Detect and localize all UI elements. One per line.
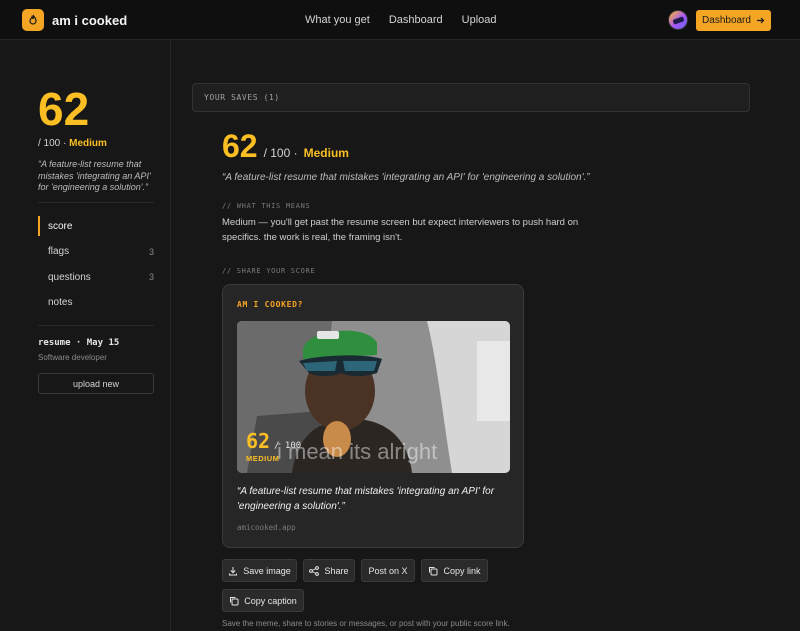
sidebar-item-score[interactable]: score — [38, 216, 154, 236]
sidebar-item-notes[interactable]: notes — [38, 293, 154, 313]
flame-icon — [22, 9, 44, 31]
share-score-label: // SHARE YOUR SCORE — [222, 267, 316, 275]
meme-score: 62 / 100 — [246, 429, 301, 453]
brand-name: am i cooked — [52, 12, 128, 28]
brand-link[interactable]: am i cooked — [22, 9, 127, 31]
save-image-label: Save image — [243, 565, 291, 576]
copy-icon — [230, 596, 239, 605]
copy-caption-button[interactable]: Copy caption — [222, 589, 304, 612]
copy-caption-label: Copy caption — [244, 595, 297, 606]
score-quote: “A feature-list resume that mistakes 'in… — [222, 172, 590, 183]
sidebar-item-label: notes — [48, 297, 73, 308]
score-heading: 62 / 100 · Medium — [222, 128, 349, 165]
score-value: 62 — [222, 128, 258, 164]
card-quote: “A feature-list resume that mistakes 'in… — [237, 486, 495, 512]
saves-dropdown[interactable]: YOUR SAVES (1) — [192, 83, 750, 112]
top-nav: am i cooked What you get Dashboard Uploa… — [0, 0, 800, 40]
upload-new-button[interactable]: upload new — [38, 373, 154, 394]
what-this-means-label: // WHAT THIS MEANS — [222, 202, 311, 210]
meme-image: i mean its alright 62 / 100 MEDIUM — [237, 321, 510, 473]
sidebar-item-label: score — [48, 220, 73, 232]
post-on-x-button[interactable]: Post on X — [361, 559, 415, 582]
nav-link-what-you-get[interactable]: What you get — [305, 14, 370, 26]
divider — [38, 325, 154, 326]
save-image-button[interactable]: Save image — [222, 559, 297, 582]
copy-icon — [429, 566, 438, 575]
dashboard-button[interactable]: Dashboard — [696, 10, 771, 31]
share-button[interactable]: Share — [303, 559, 355, 582]
nav-link-upload[interactable]: Upload — [462, 14, 497, 26]
sidebar-nav: score flags 3 questions 3 notes — [38, 216, 154, 318]
sidebar: 62 / 100 · Medium “A feature-list resume… — [0, 40, 171, 631]
share-footnote: Save the meme, share to stories or messa… — [222, 619, 510, 628]
copy-link-button[interactable]: Copy link — [421, 559, 488, 582]
nav-links: What you get Dashboard Upload — [305, 14, 497, 26]
sidebar-score-suffix: / 100 · — [38, 138, 67, 149]
share-label: Share — [324, 565, 349, 576]
sidebar-quote: “A feature-list resume that mistakes 'in… — [38, 159, 151, 193]
copy-link-label: Copy link — [443, 565, 481, 576]
meaning-text: Medium — you'll get past the resume scre… — [222, 217, 579, 243]
avatar[interactable] — [668, 10, 688, 30]
sidebar-item-flags[interactable]: flags 3 — [38, 242, 154, 262]
dashboard-button-label: Dashboard — [702, 15, 751, 26]
meme-score-denominator: / 100 — [274, 441, 302, 451]
sidebar-level: Medium — [69, 138, 107, 149]
sidebar-item-questions[interactable]: questions 3 — [38, 267, 154, 287]
sidebar-item-count: 3 — [148, 272, 154, 282]
sidebar-score: 62 — [38, 83, 90, 135]
sidebar-item-count: 3 — [148, 246, 154, 257]
divider — [38, 202, 154, 203]
sidebar-item-label: flags — [48, 246, 70, 257]
card-brand: AM I COOKED? — [237, 300, 304, 309]
sidebar-score-meta: / 100 · Medium — [38, 138, 107, 149]
arrow-right-icon — [756, 17, 765, 24]
meme-score-value: 62 — [246, 429, 271, 453]
nav-link-dashboard[interactable]: Dashboard — [389, 14, 443, 26]
score-level: Medium — [303, 146, 349, 160]
share-card: AM I COOKED? i mean its alright 62 / 100… — [222, 284, 524, 548]
resume-title: resume · May 15 — [38, 338, 120, 348]
score-suffix: / 100 · — [263, 146, 298, 160]
sidebar-item-label: questions — [48, 271, 91, 283]
share-icon — [309, 565, 320, 576]
card-url: amicooked.app — [237, 523, 296, 532]
resume-subtitle: Software developer — [38, 353, 107, 362]
download-icon — [229, 566, 238, 575]
post-on-x-label: Post on X — [368, 565, 408, 576]
meme-level: MEDIUM — [246, 454, 280, 463]
